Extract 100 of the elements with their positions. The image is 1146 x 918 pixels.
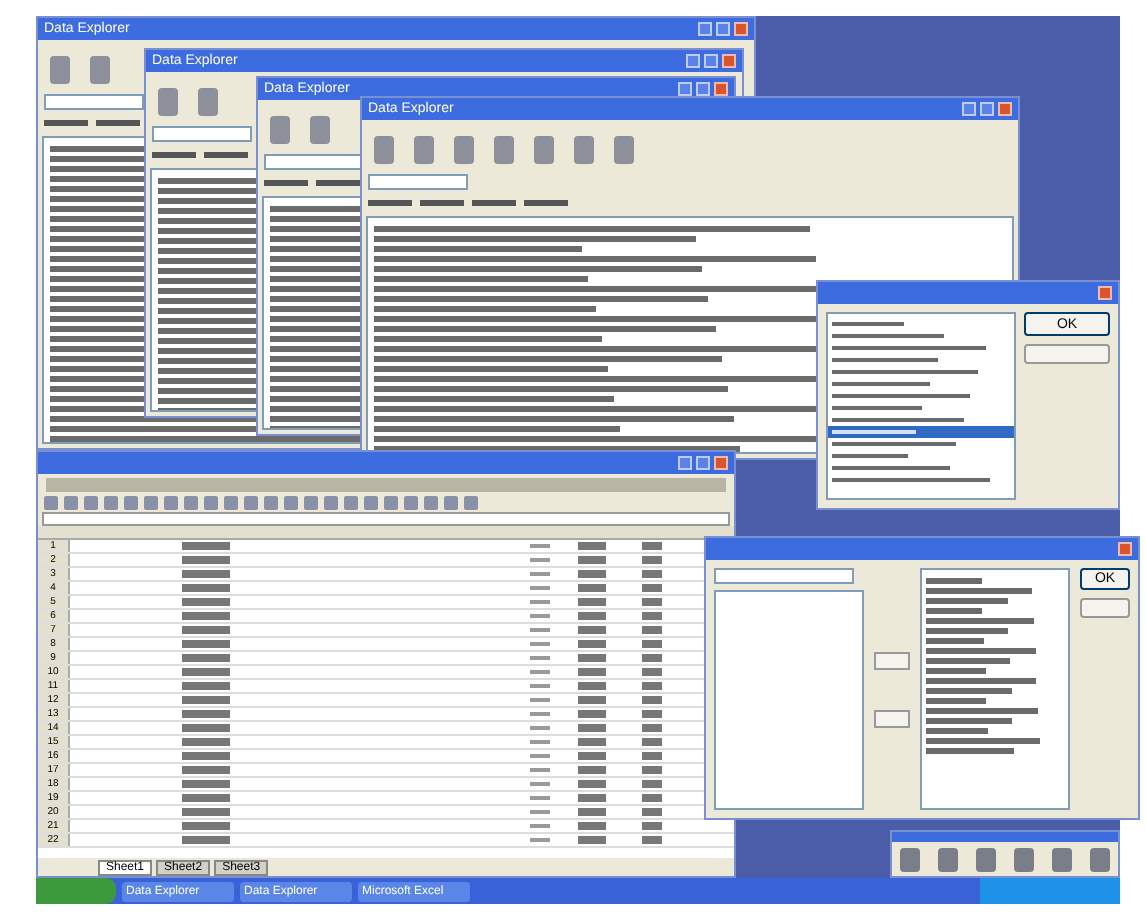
minimize-button[interactable] [698, 22, 712, 36]
cell-text [578, 696, 606, 704]
minimize-button[interactable] [962, 102, 976, 116]
tool-icon[interactable] [534, 136, 554, 164]
cell-text [578, 724, 606, 732]
text-line [96, 119, 140, 125]
close-button[interactable] [714, 456, 728, 470]
text-line [926, 748, 1015, 754]
cell-text [182, 612, 230, 620]
cell-text [578, 766, 606, 774]
tool-icon[interactable] [414, 136, 434, 164]
cell-text [578, 626, 606, 634]
cell-text [182, 626, 230, 634]
tool-icon[interactable] [198, 88, 218, 116]
text-line [926, 628, 1009, 634]
add-button[interactable] [874, 651, 910, 669]
cell-text [182, 822, 230, 830]
minimize-button[interactable] [678, 456, 692, 470]
cell-text [578, 752, 606, 760]
cell-text [578, 682, 606, 690]
tool-icon[interactable] [900, 847, 921, 871]
cell-text [182, 696, 230, 704]
text-line [926, 708, 1038, 714]
tool-icon[interactable] [270, 116, 290, 144]
text-line [926, 698, 987, 704]
close-button[interactable] [998, 102, 1012, 116]
cell-text [578, 542, 606, 550]
cell-text [182, 724, 230, 732]
tool-icon[interactable] [310, 116, 330, 144]
cell-text [182, 556, 230, 564]
close-button[interactable] [1118, 542, 1132, 556]
tool-icon[interactable] [454, 136, 474, 164]
text-line [926, 738, 1040, 744]
tool-icon[interactable] [90, 56, 110, 84]
cell-text [182, 584, 230, 592]
cell-text [578, 794, 606, 802]
text-line [926, 718, 1013, 724]
close-button[interactable] [1098, 286, 1112, 300]
cell-text [182, 766, 230, 774]
start-button[interactable] [36, 878, 116, 904]
formula-bar[interactable] [42, 512, 730, 526]
close-button[interactable] [734, 22, 748, 36]
cell-text [182, 808, 230, 816]
maximize-button[interactable] [696, 456, 710, 470]
list-item[interactable] [828, 426, 1014, 438]
text-line [926, 638, 984, 644]
cell-text [182, 710, 230, 718]
cell-text [182, 640, 230, 648]
cell-text [182, 836, 230, 844]
tool-icon[interactable] [374, 136, 394, 164]
text-line [926, 668, 986, 674]
text-line [926, 588, 1033, 594]
cell-text [578, 556, 606, 564]
dropdown-field[interactable] [714, 568, 854, 584]
text-line [926, 598, 1008, 604]
cell-text [182, 780, 230, 788]
text-line [926, 688, 1012, 694]
tool-icon[interactable] [574, 136, 594, 164]
cell-text [182, 570, 230, 578]
combo-field[interactable] [368, 174, 468, 190]
maximize-button[interactable] [716, 22, 730, 36]
text-line [926, 648, 1035, 654]
cell-text [182, 542, 230, 550]
maximize-button[interactable] [980, 102, 994, 116]
cell-text [182, 794, 230, 802]
cell-text [182, 654, 230, 662]
combo-field[interactable] [264, 154, 364, 170]
cell-text [578, 654, 606, 662]
combo-field[interactable] [152, 126, 252, 142]
cell-text [578, 668, 606, 676]
cell-text [578, 584, 606, 592]
cell-text [578, 822, 606, 830]
text-line [926, 678, 1037, 684]
tool-icon[interactable] [1051, 847, 1072, 871]
cell-text [578, 836, 606, 844]
cell-text [182, 738, 230, 746]
tool-icon[interactable] [1013, 847, 1034, 871]
cell-text [578, 598, 606, 606]
cell-text [182, 598, 230, 606]
tool-icon[interactable] [938, 847, 959, 871]
dialog-button[interactable] [1080, 598, 1130, 618]
text-line [926, 618, 1034, 624]
text-line [926, 728, 989, 734]
dialog-button[interactable] [1024, 344, 1110, 364]
cell-text [182, 752, 230, 760]
cell-text [578, 780, 606, 788]
text-line [926, 578, 982, 584]
cell-text [578, 738, 606, 746]
tool-icon[interactable] [976, 847, 997, 871]
combo-field[interactable] [44, 94, 144, 110]
tool-icon[interactable] [614, 136, 634, 164]
remove-button[interactable] [874, 709, 910, 727]
tool-icon[interactable] [50, 56, 70, 84]
tool-icon[interactable] [158, 88, 178, 116]
cell-text [578, 640, 606, 648]
cell-text [182, 682, 230, 690]
cell-text [578, 612, 606, 620]
tool-icon[interactable] [1089, 847, 1110, 871]
cell-text [182, 668, 230, 676]
tool-icon[interactable] [494, 136, 514, 164]
